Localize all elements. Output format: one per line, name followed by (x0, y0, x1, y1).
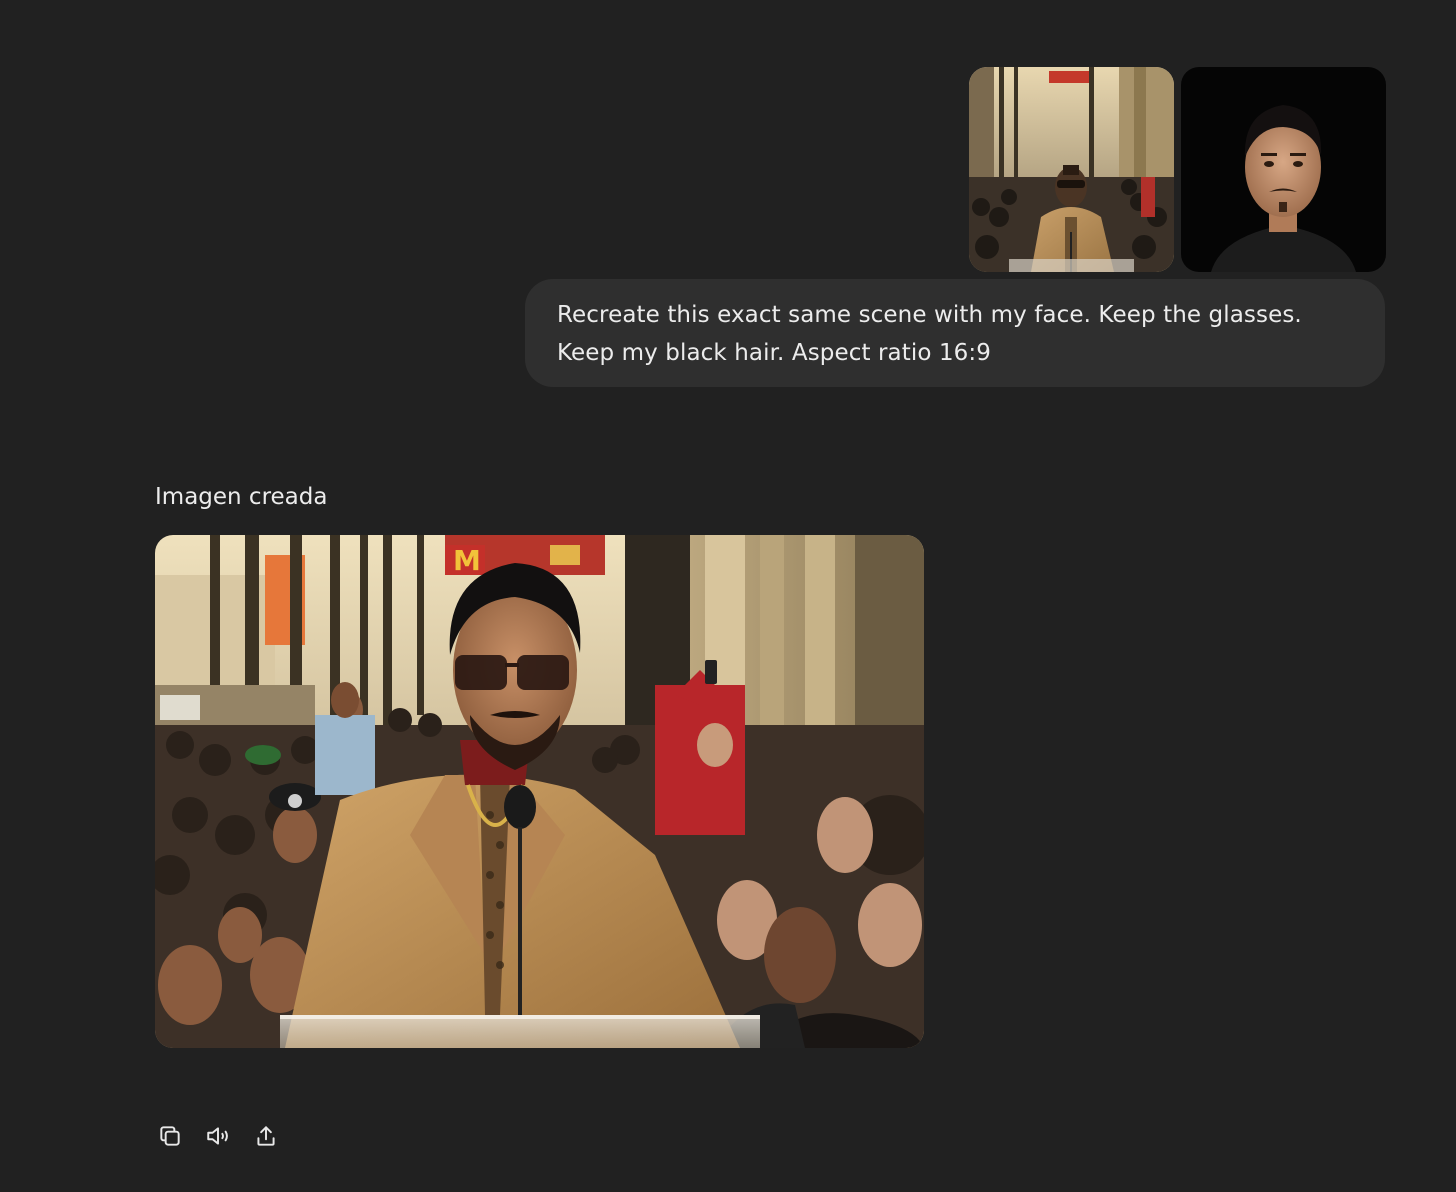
share-button[interactable] (246, 1118, 286, 1154)
user-message-line-1: Recreate this exact same scene with my f… (557, 302, 1302, 328)
user-attachments (969, 67, 1386, 272)
read-aloud-button[interactable] (198, 1118, 238, 1154)
user-face-portrait (1181, 67, 1386, 272)
user-message-bubble: Recreate this exact same scene with my f… (525, 279, 1385, 387)
copy-icon (160, 1126, 180, 1146)
generated-image[interactable]: M (155, 535, 924, 1048)
speaker-icon (207, 1127, 228, 1145)
reference-scene-thumbnail[interactable] (969, 67, 1174, 272)
reference-scene-image (969, 67, 1174, 272)
assistant-message-actions (150, 1118, 286, 1154)
generated-scene-image: M (155, 535, 924, 1048)
user-message-line-2: Keep my black hair. Aspect ratio 16:9 (557, 340, 991, 366)
user-portrait-thumbnail[interactable] (1181, 67, 1386, 272)
copy-button[interactable] (150, 1118, 190, 1154)
svg-text:M: M (453, 544, 481, 577)
assistant-status-label: Imagen creada (155, 484, 328, 510)
share-icon (257, 1126, 275, 1146)
